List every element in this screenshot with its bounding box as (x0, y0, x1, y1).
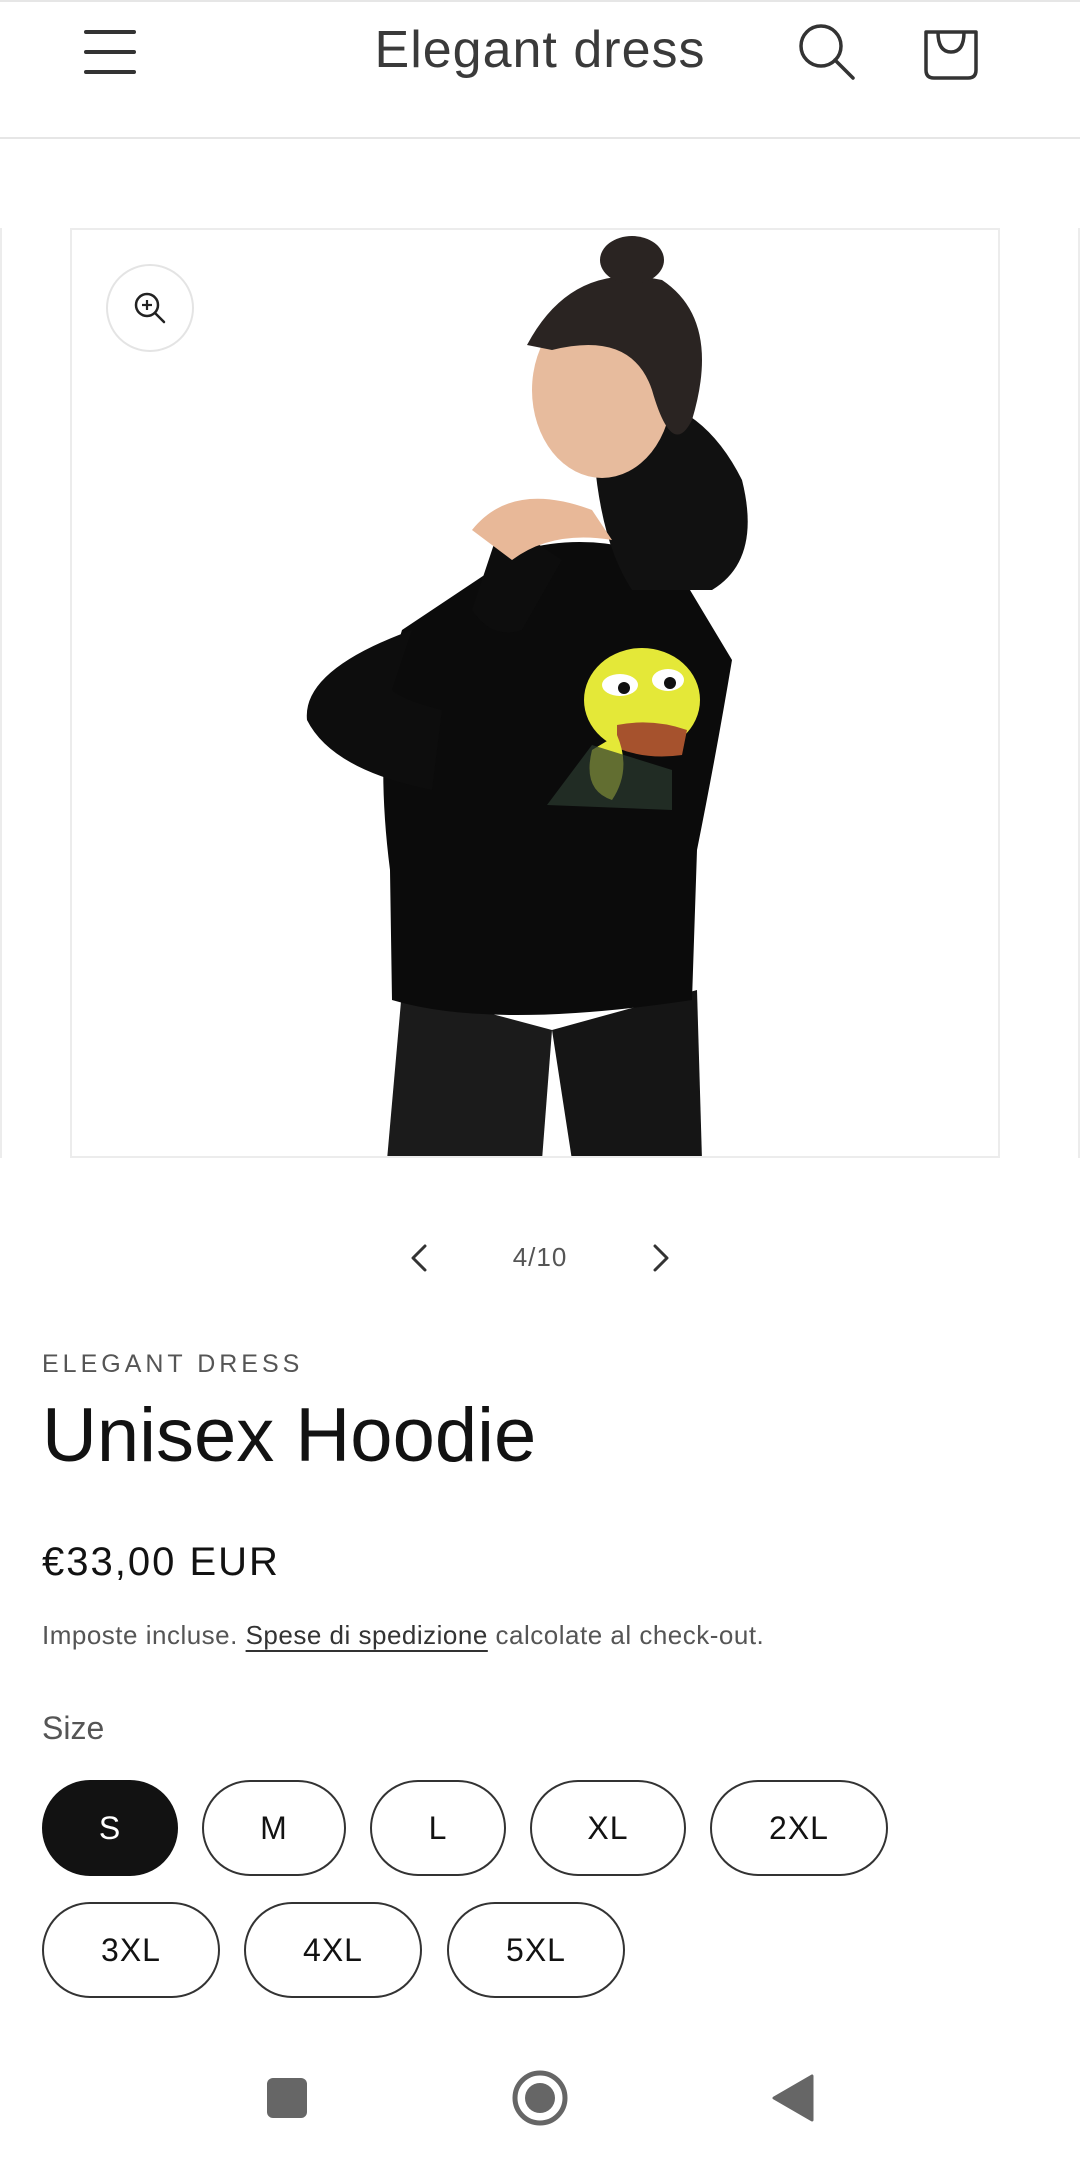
circle-home-icon[interactable] (510, 2068, 570, 2128)
product-image[interactable] (70, 228, 1000, 1158)
chevron-right-icon[interactable] (638, 1236, 682, 1280)
tax-suffix: calcolate al check-out. (487, 1620, 765, 1650)
product-vendor: ELEGANT DRESS (42, 1350, 304, 1378)
triangle-back-icon[interactable] (762, 2068, 822, 2128)
previous-slide-edge (0, 228, 2, 1158)
hoodie-model-illustration (306, 236, 748, 1156)
search-icon[interactable] (795, 20, 861, 86)
product-title: Unisex Hoodie (42, 1393, 537, 1478)
product-price: €33,00 EUR (42, 1540, 280, 1584)
slide-pager: 4/10 (0, 1228, 1080, 1292)
size-option-4xl[interactable]: 4XL (244, 1902, 422, 1998)
tax-note: Imposte incluse. Spese di spedizione cal… (42, 1620, 764, 1651)
size-option-xl[interactable]: XL (530, 1780, 686, 1876)
tax-prefix: Imposte incluse. (42, 1620, 246, 1650)
size-label: Size (42, 1710, 105, 1746)
product-media-gallery[interactable] (0, 228, 1080, 1158)
shipping-policy-link[interactable]: Spese di spedizione (246, 1620, 488, 1650)
size-option-s[interactable]: S (42, 1780, 178, 1876)
size-option-2xl[interactable]: 2XL (710, 1780, 888, 1876)
size-option-3xl[interactable]: 3XL (42, 1902, 220, 1998)
size-option-m[interactable]: M (202, 1780, 346, 1876)
system-navigation-bar (0, 2040, 1080, 2157)
size-option-l[interactable]: L (370, 1780, 506, 1876)
shopping-bag-icon[interactable] (918, 18, 984, 84)
slide-counter: 4/10 (512, 1242, 568, 1272)
chevron-left-icon[interactable] (398, 1236, 442, 1280)
site-header: Elegant dress (0, 0, 1080, 139)
size-option-5xl[interactable]: 5XL (447, 1902, 625, 1998)
zoom-in-icon[interactable] (106, 264, 194, 352)
square-recents-icon[interactable] (257, 2068, 317, 2128)
